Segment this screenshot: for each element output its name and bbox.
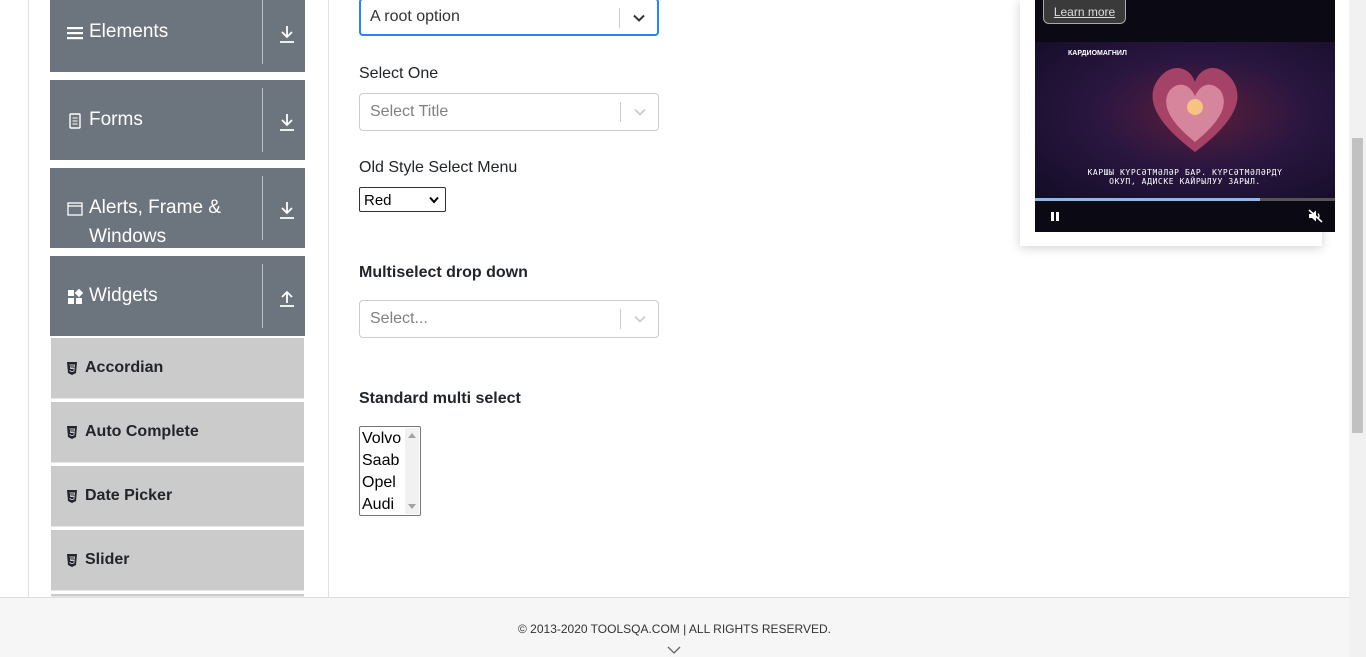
group-alerts-frame-windows[interactable]: Alerts, Frame & Windows	[50, 168, 305, 248]
widgets-grid-icon	[68, 289, 83, 304]
ad-caption-line1: КАРШЫ КҮРСӘТМӘЛӘР БАР. КҮРСӘТМӘЛӘРДҮ	[1087, 168, 1283, 177]
upload-arrow-icon[interactable]	[278, 288, 296, 308]
menu-item-label: Slider	[85, 551, 130, 568]
dropdown-separator	[619, 8, 620, 28]
group-label-elements: Elements	[89, 21, 169, 42]
dropdown-separator	[620, 309, 621, 329]
old-style-select-label: Old Style Select Menu	[359, 159, 518, 176]
multiselect-placeholder: Select...	[370, 310, 428, 327]
option-audi[interactable]: Audi	[362, 494, 394, 516]
html5-icon	[67, 426, 77, 439]
ad-brand-text: КАРДИОМАГНИЛ	[1068, 50, 1127, 57]
menu-item-date-picker[interactable]: Date Picker	[51, 466, 304, 527]
group-elements[interactable]: Elements	[50, 0, 305, 72]
chevron-down-icon	[429, 196, 439, 204]
download-arrow-icon[interactable]	[278, 200, 296, 220]
pause-icon[interactable]	[1050, 211, 1060, 222]
select-one-label: Select One	[359, 65, 439, 82]
html5-icon	[67, 554, 77, 567]
select-one-dropdown[interactable]: Select Title	[359, 93, 659, 131]
ad-caption-line2: ОКУП, АДИСКЕ КАЙРЫЛУУ ЗАРЫЛ.	[1109, 177, 1261, 186]
group-forms[interactable]: Forms	[50, 80, 305, 160]
sidebar-divider	[328, 0, 329, 597]
multiselect-dropdown[interactable]: Select...	[359, 300, 659, 338]
muted-speaker-icon[interactable]	[1308, 209, 1323, 223]
standard-multi-select-label: Standard multi select	[359, 390, 521, 407]
old-style-select-value: Red	[364, 192, 392, 209]
menu-item-label: Date Picker	[85, 487, 173, 504]
select-value-text: A root option	[370, 8, 460, 25]
group-widgets[interactable]: Widgets	[50, 256, 305, 336]
video-controls	[1035, 201, 1335, 232]
html5-icon	[67, 490, 77, 503]
standard-multi-select[interactable]: Volvo Saab Opel Audi	[359, 426, 421, 516]
menu-item-label: Accordian	[85, 359, 164, 376]
select-value-dropdown[interactable]: A root option	[359, 0, 659, 36]
chevron-down-icon[interactable]	[667, 646, 681, 654]
heart-illustration	[1152, 67, 1238, 152]
chevron-down-icon[interactable]	[633, 312, 647, 326]
group-separator	[262, 88, 263, 152]
group-label-widgets: Widgets	[89, 285, 158, 306]
menu-item-label: Auto Complete	[85, 423, 199, 440]
scroll-up-icon[interactable]	[408, 433, 416, 438]
group-label-alerts-line2: Windows	[89, 226, 167, 247]
group-label-alerts-line1: Alerts, Frame &	[89, 197, 221, 218]
hamburger-icon	[67, 27, 83, 40]
old-style-select[interactable]: Red	[359, 187, 446, 212]
option-saab[interactable]: Saab	[362, 450, 399, 472]
menu-item-accordian[interactable]: Accordian	[51, 338, 304, 399]
download-arrow-icon[interactable]	[278, 24, 296, 44]
group-label-forms: Forms	[89, 109, 143, 130]
page-border-line	[28, 0, 29, 597]
menu-item-auto-complete[interactable]: Auto Complete	[51, 402, 304, 463]
chevron-down-icon[interactable]	[632, 11, 646, 25]
group-separator	[262, 176, 263, 240]
group-separator	[262, 264, 263, 328]
option-opel[interactable]: Opel	[362, 472, 396, 494]
page-scrollbar-thumb[interactable]	[1352, 138, 1363, 433]
group-separator	[262, 0, 263, 64]
html5-icon	[67, 362, 77, 375]
footer: © 2013-2020 TOOLSQA.COM | ALL RIGHTS RES…	[0, 597, 1349, 657]
learn-more-button[interactable]: Learn more	[1043, 0, 1126, 24]
select-one-placeholder: Select Title	[370, 103, 449, 120]
multiselect-label: Multiselect drop down	[359, 264, 528, 281]
chevron-down-icon[interactable]	[633, 105, 647, 119]
scroll-down-icon[interactable]	[408, 504, 416, 509]
list-scrollbar[interactable]	[405, 428, 419, 514]
footer-copyright: © 2013-2020 TOOLSQA.COM | ALL RIGHTS RES…	[518, 622, 831, 636]
video-ad[interactable]: КАРДИОМАГНИЛ КАРШЫ КҮРСӘТМӘЛӘР БАР. КҮРС…	[1035, 0, 1335, 232]
dropdown-separator	[620, 102, 621, 122]
download-arrow-icon[interactable]	[278, 112, 296, 132]
window-icon	[67, 202, 83, 216]
document-icon	[69, 113, 81, 129]
option-volvo[interactable]: Volvo	[362, 428, 401, 450]
menu-item-slider[interactable]: Slider	[51, 530, 304, 591]
video-frame: КАРДИОМАГНИЛ КАРШЫ КҮРСӘТМӘЛӘР БАР. КҮРС…	[1035, 42, 1335, 200]
